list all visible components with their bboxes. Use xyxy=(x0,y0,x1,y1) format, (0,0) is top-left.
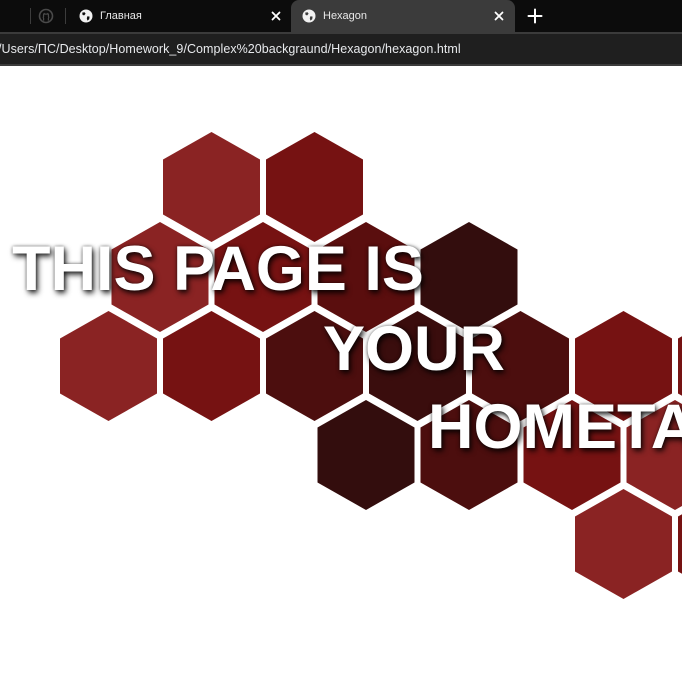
tab-title: Главная xyxy=(100,10,142,22)
headline-line-1: THIS PAGE IS xyxy=(12,234,424,304)
url-field[interactable]: /Users/ПС/Desktop/Homework_9/Complex%20b… xyxy=(0,34,682,64)
hexagon xyxy=(266,132,363,242)
url-text: /Users/ПС/Desktop/Homework_9/Complex%20b… xyxy=(0,42,461,56)
headline-line-2: YOUR xyxy=(323,314,506,384)
headline-line-3: HOMETA xyxy=(428,392,682,462)
github-icon[interactable] xyxy=(38,8,54,24)
page-content: THIS PAGE IS YOUR HOMETA xyxy=(0,66,682,682)
tab-hexagon[interactable]: Hexagon xyxy=(291,0,515,32)
tab-separator xyxy=(30,8,31,24)
hexagon xyxy=(163,311,260,421)
tab-separator xyxy=(65,8,66,24)
close-icon[interactable] xyxy=(493,10,505,22)
close-icon[interactable] xyxy=(270,10,282,22)
browser-window: Главная Hexagon /Users/ПС/Desktop/Homewo… xyxy=(0,0,682,682)
hexagon xyxy=(60,311,157,421)
address-bar: /Users/ПС/Desktop/Homework_9/Complex%20b… xyxy=(0,32,682,66)
tab-glavnaya[interactable]: Главная xyxy=(68,0,292,32)
tab-strip: Главная Hexagon xyxy=(0,0,682,32)
globe-icon xyxy=(302,9,316,23)
tab-title: Hexagon xyxy=(323,10,368,22)
globe-icon xyxy=(79,9,93,23)
hexagon xyxy=(575,489,672,599)
hexagon xyxy=(317,400,415,510)
hexagon xyxy=(163,132,260,242)
new-tab-icon[interactable] xyxy=(526,7,544,25)
